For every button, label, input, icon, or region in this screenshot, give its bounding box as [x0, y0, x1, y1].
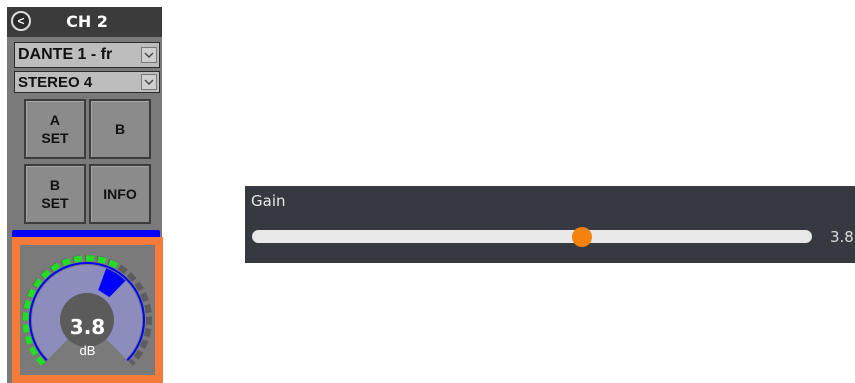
gain-knob[interactable]: 3.8 dB — [20, 245, 155, 375]
channel-title: CH 2 — [66, 12, 108, 31]
channel-header: < CH 2 — [7, 7, 162, 37]
knob-unit: dB — [79, 343, 96, 358]
input-source-select[interactable]: DANTE 1 - fr — [14, 42, 160, 68]
back-button[interactable]: < — [11, 11, 31, 31]
output-value: STEREO 4 — [18, 74, 93, 91]
b-set-button[interactable]: B SET — [24, 164, 86, 224]
channel-strip: < CH 2 DANTE 1 - fr STEREO 4 A SET B B S… — [7, 7, 163, 383]
gain-panel: Gain 3.8 — [245, 186, 855, 263]
info-button[interactable]: INFO — [89, 164, 151, 224]
b-button[interactable]: B — [89, 99, 151, 159]
chevron-down-icon — [141, 47, 157, 63]
b-label: B — [114, 121, 126, 137]
chevron-down-icon — [141, 74, 157, 90]
output-select[interactable]: STEREO 4 — [14, 71, 160, 93]
gain-slider-thumb[interactable] — [572, 227, 593, 247]
b-set-label: B SET — [41, 177, 69, 211]
a-set-label: A SET — [41, 112, 69, 146]
input-source-value: DANTE 1 - fr — [18, 46, 113, 63]
a-set-button[interactable]: A SET — [24, 99, 86, 159]
gain-label: Gain — [251, 192, 286, 210]
knob-value: 3.8 — [69, 315, 106, 339]
gain-knob-frame: 3.8 dB — [12, 237, 163, 383]
gain-value: 3.8 — [830, 228, 854, 246]
gain-slider[interactable] — [252, 227, 812, 247]
info-label: INFO — [103, 186, 137, 202]
